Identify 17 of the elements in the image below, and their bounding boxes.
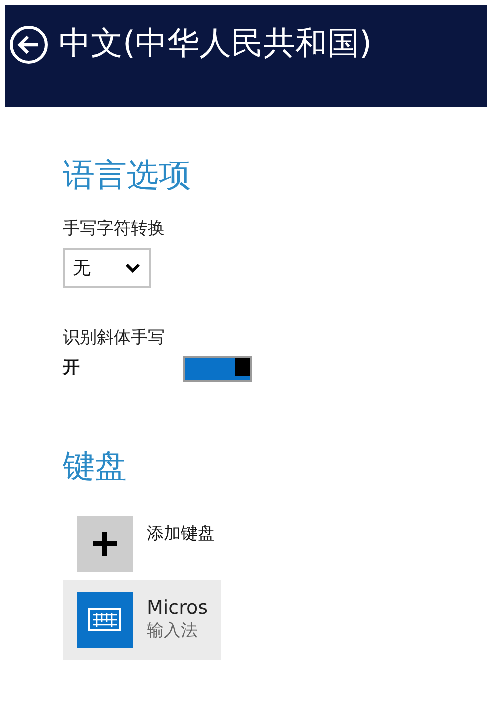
toggle-state-text: 开	[63, 356, 81, 380]
plus-icon	[91, 530, 119, 558]
back-icon[interactable]	[9, 25, 49, 65]
conversion-dropdown[interactable]: 无	[63, 248, 151, 288]
italic-toggle[interactable]	[183, 356, 252, 382]
keyboard-subtitle: 输入法	[147, 620, 199, 642]
add-keyboard-label[interactable]: 添加键盘	[147, 522, 215, 547]
keyboard-name: Micros	[147, 597, 208, 621]
setting-label: 手写字符转换	[63, 219, 165, 240]
section-heading: 键盘	[63, 450, 128, 482]
section-heading: 语言选项	[63, 159, 192, 191]
add-keyboard-button[interactable]	[77, 516, 133, 572]
chevron-down-icon	[125, 263, 141, 274]
keyboard-icon	[88, 608, 122, 632]
page-title: 中文(中华人民共和国)	[59, 27, 372, 59]
keyboard-item[interactable]: Micros 输入法	[63, 580, 221, 660]
setting-label: 识别斜体手写	[63, 328, 165, 350]
